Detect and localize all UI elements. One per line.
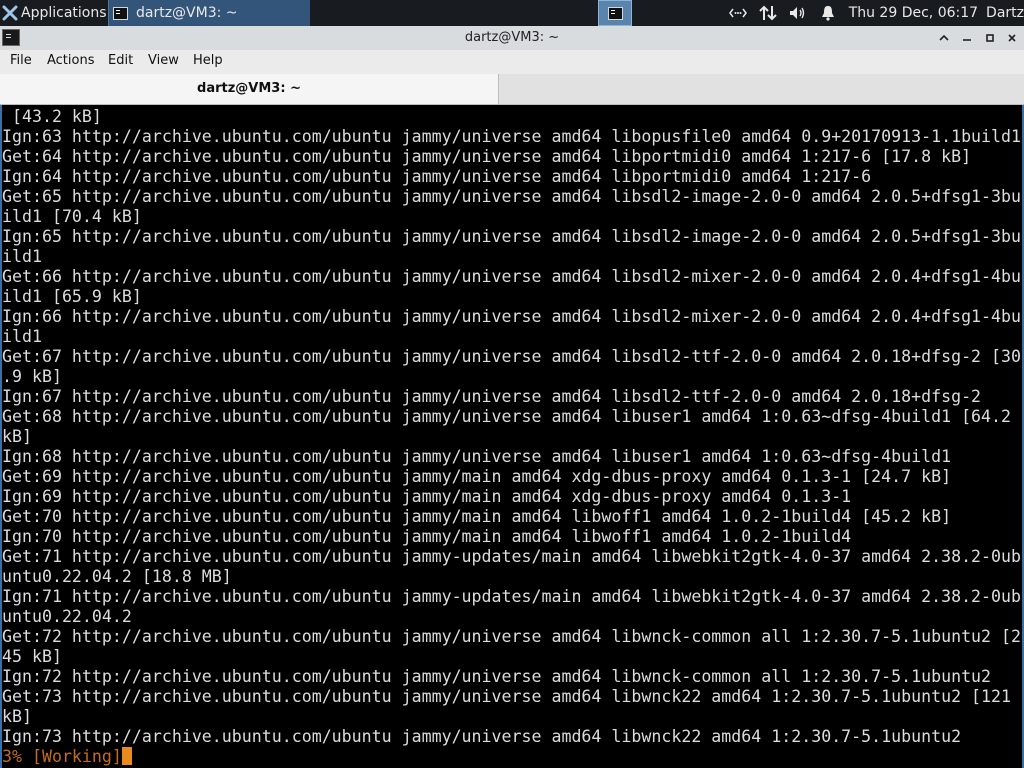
terminal-line: Ign:73 http://archive.ubuntu.com/ubuntu … bbox=[2, 727, 962, 746]
terminal-line: Get:72 http://archive.ubuntu.com/ubuntu … bbox=[2, 627, 1022, 646]
terminal-view[interactable]: [43.2 kB] Ign:63 http://archive.ubuntu.co… bbox=[0, 105, 1024, 768]
system-tray: Thu 29 Dec, 06:17 Dartz bbox=[723, 0, 1024, 26]
terminal-cursor bbox=[121, 747, 132, 765]
terminal-line: Ign:64 http://archive.ubuntu.com/ubuntu … bbox=[2, 167, 872, 186]
window-title: dartz@VM3: ~ bbox=[464, 30, 560, 45]
transfer-icon[interactable] bbox=[757, 2, 779, 24]
terminal-line: ild1 bbox=[2, 247, 42, 266]
terminal-line: .9 kB] bbox=[2, 367, 62, 386]
terminal-output: [43.2 kB] Ign:63 http://archive.ubuntu.co… bbox=[2, 107, 1021, 767]
terminal-line: Ign:71 http://archive.ubuntu.com/ubuntu … bbox=[2, 587, 1022, 606]
applications-label: Applications bbox=[21, 5, 107, 21]
terminal-line: kB] bbox=[2, 707, 32, 726]
terminal-line: Get:65 http://archive.ubuntu.com/ubuntu … bbox=[2, 187, 1022, 206]
terminal-line: [43.2 kB] bbox=[2, 107, 102, 126]
workspace-terminal-icon bbox=[607, 6, 623, 20]
terminal-line: Ign:65 http://archive.ubuntu.com/ubuntu … bbox=[2, 227, 1022, 246]
window-minimize-button[interactable] bbox=[956, 28, 978, 48]
terminal-line: untu0.22.04.2 [18.8 MB] bbox=[2, 567, 232, 586]
terminal-line: ild1 [70.4 kB] bbox=[2, 207, 142, 226]
terminal-line: Get:67 http://archive.ubuntu.com/ubuntu … bbox=[2, 347, 1022, 366]
terminal-line: Get:71 http://archive.ubuntu.com/ubuntu … bbox=[2, 547, 1022, 566]
window-close-button[interactable] bbox=[1001, 28, 1023, 48]
terminal-line: untu0.22.04.2 bbox=[2, 607, 132, 626]
applications-menu-button[interactable]: Applications bbox=[2, 0, 107, 26]
window-titlebar[interactable]: dartz@VM3: ~ bbox=[0, 26, 1024, 51]
volume-icon[interactable] bbox=[787, 2, 809, 24]
close-icon bbox=[1008, 34, 1016, 42]
terminal-line: Get:66 http://archive.ubuntu.com/ubuntu … bbox=[2, 267, 1022, 286]
window-maximize-button[interactable] bbox=[979, 28, 1001, 48]
terminal-line: kB] bbox=[2, 427, 32, 446]
terminal-line: Ign:72 http://archive.ubuntu.com/ubuntu … bbox=[2, 667, 992, 686]
terminal-line: 45 kB] bbox=[2, 647, 62, 666]
terminal-line: Get:64 http://archive.ubuntu.com/ubuntu … bbox=[2, 147, 972, 166]
menu-view[interactable]: View bbox=[148, 50, 179, 74]
top-panel: Applications dartz@VM3: ~ Thu 29 Dec, 06… bbox=[0, 0, 1024, 26]
taskbar-terminal-label: dartz@VM3: ~ bbox=[136, 5, 238, 21]
menu-edit[interactable]: Edit bbox=[108, 50, 133, 74]
menubar: File Actions Edit View Help bbox=[0, 50, 1024, 74]
chevron-up-icon bbox=[939, 34, 949, 41]
maximize-icon bbox=[986, 34, 994, 42]
terminal-line: Ign:69 http://archive.ubuntu.com/ubuntu … bbox=[2, 487, 852, 506]
terminal-line: Ign:68 http://archive.ubuntu.com/ubuntu … bbox=[2, 447, 952, 466]
terminal-line: Get:69 http://archive.ubuntu.com/ubuntu … bbox=[2, 467, 952, 486]
terminal-status-line: 3% [Working] bbox=[2, 747, 1021, 767]
terminal-icon bbox=[113, 6, 128, 20]
terminal-line: Get:73 http://archive.ubuntu.com/ubuntu … bbox=[2, 687, 1012, 706]
user-menu[interactable]: Dartz bbox=[986, 5, 1024, 21]
terminal-line: ild1 bbox=[2, 327, 42, 346]
tab-bar: dartz@VM3: ~ bbox=[0, 74, 1024, 105]
menu-actions[interactable]: Actions bbox=[47, 50, 95, 74]
terminal-line: ild1 [65.9 kB] bbox=[2, 287, 142, 306]
status-text: 3% [Working] bbox=[2, 747, 122, 766]
terminal-line: Ign:66 http://archive.ubuntu.com/ubuntu … bbox=[2, 307, 1022, 326]
xfce-logo-icon bbox=[2, 5, 18, 21]
notification-bell-icon[interactable] bbox=[817, 2, 839, 24]
terminal-line: Ign:70 http://archive.ubuntu.com/ubuntu … bbox=[2, 527, 852, 546]
workspace-switcher-button[interactable] bbox=[598, 0, 632, 26]
terminal-line: Ign:63 http://archive.ubuntu.com/ubuntu … bbox=[2, 127, 1022, 146]
menu-help[interactable]: Help bbox=[193, 50, 223, 74]
minimize-icon bbox=[963, 39, 971, 41]
menu-file[interactable]: File bbox=[10, 50, 32, 74]
network-icon[interactable] bbox=[727, 2, 749, 24]
tab-terminal[interactable]: dartz@VM3: ~ bbox=[0, 74, 499, 104]
terminal-line: Get:68 http://archive.ubuntu.com/ubuntu … bbox=[2, 407, 1012, 426]
window-shade-button[interactable] bbox=[933, 28, 955, 48]
clock[interactable]: Thu 29 Dec, 06:17 bbox=[849, 5, 978, 21]
terminal-line: Get:70 http://archive.ubuntu.com/ubuntu … bbox=[2, 507, 952, 526]
taskbar-terminal-button[interactable]: dartz@VM3: ~ bbox=[108, 0, 310, 26]
terminal-line: Ign:67 http://archive.ubuntu.com/ubuntu … bbox=[2, 387, 982, 406]
